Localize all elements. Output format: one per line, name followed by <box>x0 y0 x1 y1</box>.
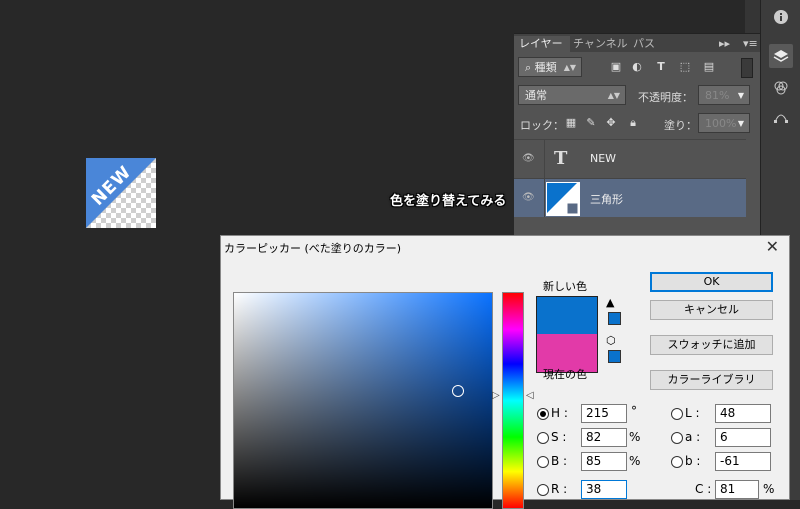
ok-button[interactable]: OK <box>650 272 773 292</box>
layer-name-triangle: 三角形 <box>590 193 623 206</box>
layer-row-new[interactable]: 👁︎ T NEW <box>514 139 746 178</box>
radio-r[interactable] <box>537 484 549 496</box>
paths-icon[interactable] <box>769 104 793 128</box>
radio-s[interactable] <box>537 432 549 444</box>
radio-lab-b[interactable] <box>671 456 683 468</box>
new-color-swatch <box>536 296 598 335</box>
r-label: R : <box>551 482 568 496</box>
lock-row: ロック： ▦ ✎ ✥ 🔒︎ 塗り： 100% ▼ <box>514 110 760 138</box>
blend-mode-value: 通常 <box>525 89 547 102</box>
collapse-icon[interactable]: ▸▸ <box>714 36 735 52</box>
opacity-value: 81% <box>705 89 730 102</box>
layer-row-triangle[interactable]: 👁︎ 三角形 <box>514 178 746 217</box>
annotation-callout: 色を塗り替えてみる <box>390 194 507 209</box>
s-unit: % <box>629 430 641 444</box>
filter-shape-icon[interactable]: ⬚ <box>678 60 692 74</box>
a-field[interactable]: 6 <box>715 428 771 447</box>
color-libraries-button[interactable]: カラーライブラリ <box>650 370 773 390</box>
l-label: L : <box>685 406 700 420</box>
b-unit: % <box>629 454 641 468</box>
web-safe-swatch[interactable] <box>608 350 621 363</box>
tab-channels[interactable]: チャンネル <box>568 36 633 52</box>
h-label: H : <box>551 406 568 420</box>
filter-adjust-icon[interactable]: ◐ <box>630 60 644 74</box>
filter-text-icon[interactable]: T <box>654 60 668 74</box>
filter-row: ⌕ 種類 ▲▼ ▣ ◐ T ⬚ ▤ <box>514 54 760 82</box>
h-unit: ° <box>631 404 637 418</box>
radio-b[interactable] <box>537 456 549 468</box>
text-layer-icon: T <box>554 148 568 169</box>
l-field[interactable]: 48 <box>715 404 771 423</box>
filter-pixel-icon[interactable]: ▣ <box>609 60 623 74</box>
current-color-label: 現在の色 <box>543 368 587 381</box>
c-unit: % <box>763 482 775 496</box>
color-field[interactable] <box>233 292 493 509</box>
radio-h[interactable] <box>537 408 549 420</box>
filter-kind-label: 種類 <box>534 61 557 74</box>
b-field[interactable]: 85 <box>581 452 627 471</box>
gamut-swatch[interactable] <box>608 312 621 325</box>
opacity-label: 不透明度： <box>638 91 693 104</box>
fill-value: 100% <box>705 117 737 130</box>
close-icon[interactable]: ✕ <box>766 237 779 256</box>
color-picker-dialog: カラーピッカー (べた塗りのカラー) ✕ ▷ ◁ 新しい色 現在の色 ▲ ⬡ O… <box>220 235 790 509</box>
s-field[interactable]: 82 <box>581 428 627 447</box>
add-to-swatches-button[interactable]: スウォッチに追加 <box>650 335 773 355</box>
lock-label: ロック： <box>520 119 564 132</box>
lock-transparent-icon[interactable]: ▦ <box>564 116 578 130</box>
filter-toggle[interactable] <box>741 58 753 78</box>
layers-icon[interactable] <box>769 44 793 68</box>
hue-arrow-left-icon[interactable]: ▷ <box>492 390 500 401</box>
lock-all-icon[interactable]: 🔒︎ <box>626 116 640 130</box>
panel-tabbar: レイヤー チャンネル パス ▸▸ ▾≡ <box>514 34 760 52</box>
radio-l[interactable] <box>671 408 683 420</box>
channels-icon[interactable] <box>769 76 793 100</box>
hue-arrow-right-icon[interactable]: ◁ <box>526 390 534 401</box>
c-field[interactable]: 81 <box>715 480 759 499</box>
b-label: B : <box>551 454 568 468</box>
filter-smart-icon[interactable]: ▤ <box>702 60 716 74</box>
search-icon: ⌕ <box>525 61 535 74</box>
tab-paths[interactable]: パス <box>628 36 660 52</box>
opacity-field[interactable]: 81% ▼ <box>698 85 750 105</box>
cancel-button[interactable]: キャンセル <box>650 300 773 320</box>
panel-menu-icon[interactable]: ▾≡ <box>738 36 763 52</box>
lock-brush-icon[interactable]: ✎ <box>584 116 598 130</box>
shape-thumbnail <box>546 182 580 216</box>
s-label: S : <box>551 430 567 444</box>
new-color-label: 新しい色 <box>543 280 587 293</box>
dialog-title: カラーピッカー (べた塗りのカラー) <box>224 242 402 255</box>
h-field[interactable]: 215 <box>581 404 627 423</box>
layer-name-new: NEW <box>590 152 617 165</box>
canvas-artwork: NEW <box>86 158 156 228</box>
fill-label: 塗り： <box>664 119 697 132</box>
layers-panel: レイヤー チャンネル パス ▸▸ ▾≡ ⌕ 種類 ▲▼ ▣ ◐ T ⬚ ▤ 通常 ▲… <box>514 33 760 239</box>
lock-move-icon[interactable]: ✥ <box>604 116 618 130</box>
c-label: C : <box>695 482 712 496</box>
hue-slider[interactable] <box>502 292 524 509</box>
lab-b-field[interactable]: -61 <box>715 452 771 471</box>
filter-kind-select[interactable]: ⌕ 種類 ▲▼ <box>518 57 582 77</box>
web-safe-cube-icon[interactable]: ⬡ <box>606 334 616 347</box>
radio-a[interactable] <box>671 432 683 444</box>
r-field[interactable]: 38 <box>581 480 627 499</box>
a-label: a : <box>685 430 701 444</box>
tab-layers[interactable]: レイヤー <box>514 36 570 52</box>
visibility-eye-icon[interactable]: 👁︎ <box>522 192 535 203</box>
lab-b-label: b : <box>685 454 701 468</box>
info-icon[interactable] <box>769 5 793 29</box>
visibility-eye-icon[interactable]: 👁︎ <box>522 153 535 164</box>
blend-row: 通常 ▲▼ 不透明度： 81% ▼ <box>514 82 760 110</box>
out-of-gamut-warning-icon[interactable]: ▲ <box>606 296 614 309</box>
fill-field[interactable]: 100% ▼ <box>698 113 750 133</box>
color-field-cursor[interactable] <box>452 385 464 397</box>
blend-mode-select[interactable]: 通常 ▲▼ <box>518 85 626 105</box>
